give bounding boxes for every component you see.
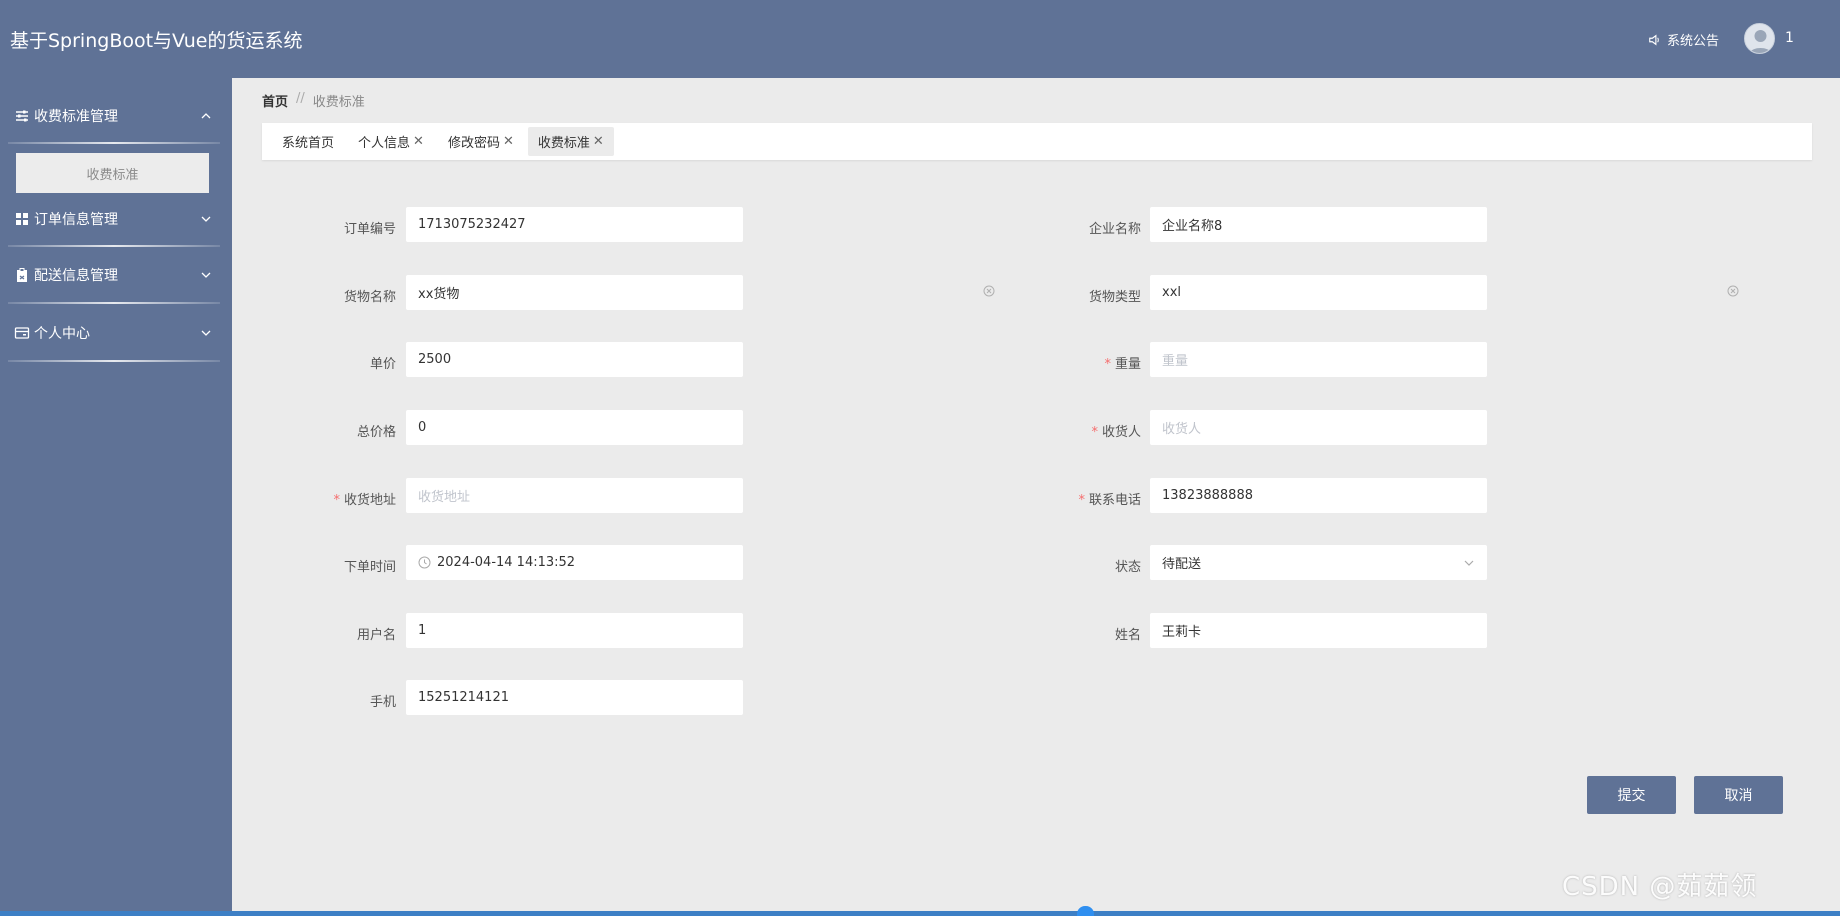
address-label: * 收货地址 xyxy=(256,489,396,508)
consignee-label: * 收货人 xyxy=(1001,421,1141,440)
goods-type-label: 货物类型 xyxy=(1088,290,1141,305)
sidebar-item-label: 配送信息管理 xyxy=(34,268,118,284)
clipboard-icon xyxy=(17,268,27,282)
menu-divider xyxy=(8,360,220,362)
phone-label: * 联系电话 xyxy=(1001,489,1141,508)
unit-price-input[interactable]: 2500 xyxy=(406,342,743,377)
total-price-input[interactable]: 0 xyxy=(406,410,743,445)
unit-price-label: 单价 xyxy=(369,357,396,372)
real-name-input[interactable]: 王莉卡 xyxy=(1150,613,1487,648)
breadcrumb-home[interactable]: 首页 xyxy=(262,91,288,110)
sidebar-item-label: 订单信息管理 xyxy=(34,212,118,228)
real-name-label: 姓名 xyxy=(1114,628,1141,643)
phone-input[interactable]: 13823888888 xyxy=(1150,478,1487,513)
total-price-label: 总价格 xyxy=(356,425,396,440)
goods-name-label: 货物名称 xyxy=(343,290,396,305)
company-input[interactable]: 企业名称8 xyxy=(1150,207,1487,242)
notice-button[interactable]: 系统公告 xyxy=(1648,30,1719,49)
submit-button[interactable]: 提交 xyxy=(1587,776,1676,814)
sidebar-item-label: 收费标准管理 xyxy=(34,109,118,125)
sidebar: 收费标准管理 收费标准 订单信息管理 配送信息管理 个人中心 xyxy=(0,78,232,916)
phone-label-text: 联系电话 xyxy=(1088,493,1141,508)
sidebar-item-profile[interactable]: 个人中心 xyxy=(0,313,220,353)
top-bar: 基于SpringBoot与Vue的货运系统 系统公告 1 xyxy=(0,0,1840,78)
consignee-input[interactable]: 收货人 xyxy=(1150,410,1487,445)
tab-label: 个人信息 xyxy=(358,136,411,151)
close-icon[interactable]: ✕ xyxy=(413,134,424,149)
status-select[interactable]: 待配送 xyxy=(1150,545,1487,580)
sidebar-item-orders[interactable]: 订单信息管理 xyxy=(0,199,220,239)
notice-label: 系统公告 xyxy=(1667,34,1720,49)
tab-label: 收费标准 xyxy=(537,136,590,151)
tab-label: 系统首页 xyxy=(282,136,335,151)
goods-name-input[interactable]: xx货物 xyxy=(406,275,743,310)
address-input[interactable]: 收货地址 xyxy=(406,478,743,513)
weight-label: * 重量 xyxy=(1001,353,1141,372)
submenu-item-fee-standard[interactable]: 收费标准 xyxy=(16,153,209,193)
close-icon[interactable]: ✕ xyxy=(593,134,604,149)
goods-type-input[interactable]: xxl xyxy=(1150,275,1487,310)
required-mark: * xyxy=(1104,357,1111,372)
user-name[interactable]: 1 xyxy=(1785,30,1794,46)
menu-divider xyxy=(8,142,220,144)
tab-fee-standard[interactable]: 收费标准 ✕ xyxy=(527,127,614,156)
consignee-label-text: 收货人 xyxy=(1101,425,1141,440)
chevron-down-icon xyxy=(201,272,211,278)
status-label: 状态 xyxy=(1114,560,1141,575)
clear-icon[interactable] xyxy=(1727,285,1739,297)
tab-label: 修改密码 xyxy=(447,136,500,151)
required-mark: * xyxy=(1091,425,1098,440)
sliders-icon xyxy=(16,110,28,122)
address-label-text: 收货地址 xyxy=(343,493,396,508)
weight-label-text: 重量 xyxy=(1114,357,1141,372)
order-time-value: 2024-04-14 14:13:52 xyxy=(437,555,576,570)
user-name-label: 用户名 xyxy=(356,628,396,643)
watermark: CSDN @茹茹领 xyxy=(1562,872,1758,902)
order-time-label: 下单时间 xyxy=(343,560,396,575)
chevron-down-icon xyxy=(1464,560,1474,566)
required-mark: * xyxy=(333,493,340,508)
app-title: 基于SpringBoot与Vue的货运系统 xyxy=(10,30,303,52)
progress-bar xyxy=(0,911,1840,916)
tab-bar: 系统首页 个人信息 ✕ 修改密码 ✕ 收费标准 ✕ xyxy=(262,123,1812,160)
sidebar-item-fee-standard[interactable]: 收费标准管理 xyxy=(0,96,220,136)
weight-input[interactable]: 重量 xyxy=(1150,342,1487,377)
mobile-label: 手机 xyxy=(369,695,396,710)
close-icon[interactable]: ✕ xyxy=(503,134,514,149)
speaker-icon xyxy=(1649,33,1659,46)
user-name-input[interactable]: 1 xyxy=(406,613,743,648)
tab-change-password[interactable]: 修改密码 ✕ xyxy=(438,127,524,156)
scroll-handle[interactable] xyxy=(1077,906,1094,916)
clock-icon xyxy=(418,556,431,569)
card-icon xyxy=(14,327,30,339)
menu-divider xyxy=(8,245,220,247)
company-label: 企业名称 xyxy=(1088,222,1141,237)
tab-profile[interactable]: 个人信息 ✕ xyxy=(348,127,434,156)
sidebar-item-delivery[interactable]: 配送信息管理 xyxy=(0,255,220,295)
menu-divider xyxy=(8,302,220,304)
breadcrumb-separator: // xyxy=(296,91,305,106)
tab-home[interactable]: 系统首页 xyxy=(272,127,344,156)
breadcrumb: 首页 // 收费标准 xyxy=(262,91,365,110)
chevron-up-icon xyxy=(201,113,211,119)
required-mark: * xyxy=(1078,493,1085,508)
order-time-picker[interactable]: 2024-04-14 14:13:52 xyxy=(406,545,743,580)
grid-icon xyxy=(16,213,28,225)
sidebar-item-label: 个人中心 xyxy=(34,326,90,342)
chevron-down-icon xyxy=(201,330,211,336)
status-value: 待配送 xyxy=(1162,557,1202,572)
mobile-input[interactable]: 15251214121 xyxy=(406,680,743,715)
cancel-button[interactable]: 取消 xyxy=(1694,776,1783,814)
breadcrumb-current: 收费标准 xyxy=(312,95,365,110)
clear-icon[interactable] xyxy=(983,285,995,297)
order-no-input[interactable]: 1713075232427 xyxy=(406,207,743,242)
order-no-label: 订单编号 xyxy=(343,222,396,237)
avatar[interactable] xyxy=(1744,23,1775,54)
chevron-down-icon xyxy=(201,216,211,222)
